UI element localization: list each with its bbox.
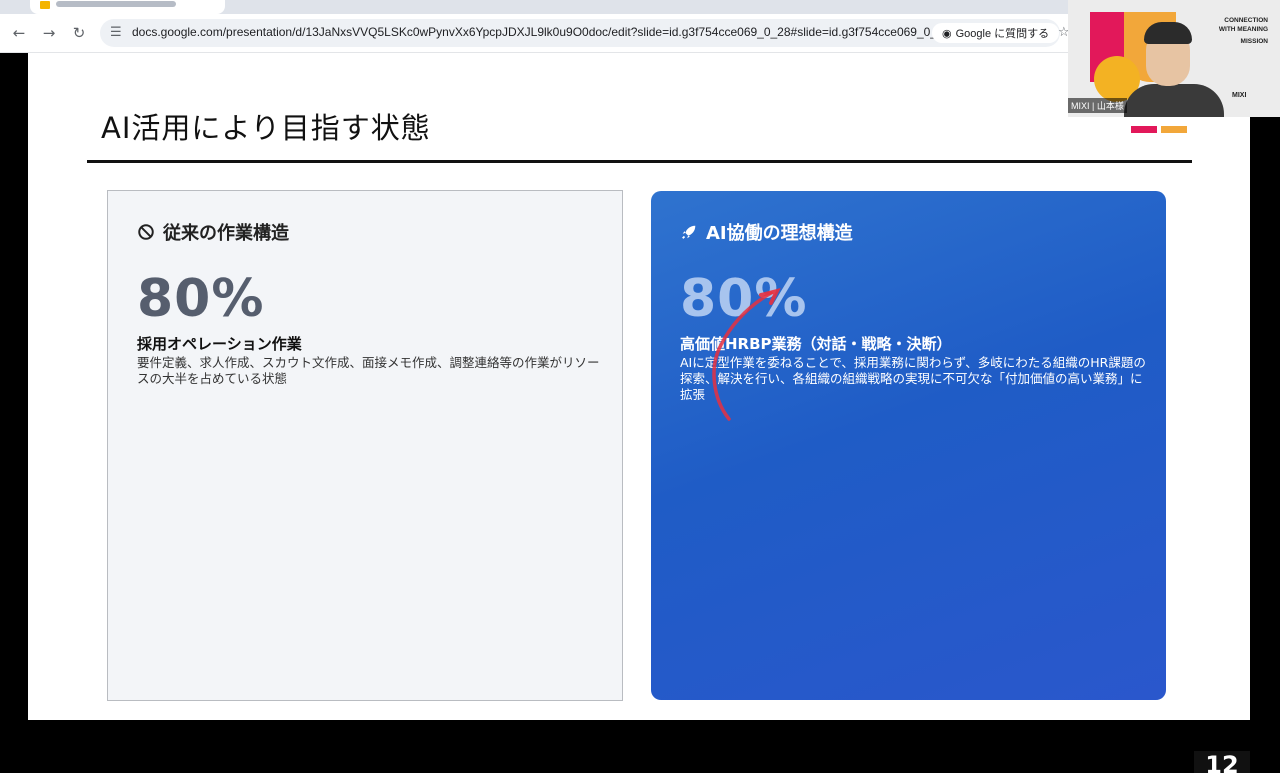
traditional-subheading: 採用オペレーション作業 <box>137 335 302 353</box>
back-arrow-icon[interactable]: ← <box>8 22 30 44</box>
site-settings-icon[interactable]: ☰ <box>110 25 122 40</box>
ai-card-heading-row: AI協働の理想構造 <box>680 219 853 245</box>
presenter-body <box>1124 84 1224 117</box>
tab-title-placeholder <box>56 1 176 7</box>
address-bar[interactable]: ☰ docs.google.com/presentation/d/13JaNxs… <box>100 19 1070 47</box>
prohibited-icon <box>138 224 154 240</box>
ai-card-heading: AI協働の理想構造 <box>706 223 853 244</box>
traditional-percent: 80% <box>137 269 265 329</box>
slide-canvas: AI活用により目指す状態 従来の作業構造 80% 採用オペレーション作業 要件定… <box>28 53 1250 720</box>
backdrop-brand-text: CONNECTION WITH MEANING <box>1198 16 1268 34</box>
brand-line-2: WITH MEANING <box>1218 26 1268 33</box>
backdrop-mission-text: MISSION <box>1240 38 1268 45</box>
ask-google-button[interactable]: ◉ Google に質問する <box>932 23 1060 43</box>
traditional-structure-card: 従来の作業構造 80% 採用オペレーション作業 要件定義、求人作成、スカウト文作… <box>107 190 623 701</box>
slides-favicon-icon <box>40 1 50 9</box>
logo-red-bar <box>1131 126 1157 133</box>
traditional-description: 要件定義、求人作成、スカウト文作成、面接メモ作成、調整連絡等の作業がリソースの大… <box>137 355 600 386</box>
slide-page-number: 12 <box>1194 751 1250 773</box>
traditional-card-heading-row: 従来の作業構造 <box>137 219 289 245</box>
logo-orange-bar <box>1161 126 1187 133</box>
ask-google-label: Google に質問する <box>955 28 1050 40</box>
url-text: docs.google.com/presentation/d/13JaNxsVV… <box>132 25 951 39</box>
participant-name-tag: MIXI | 山本様 <box>1068 98 1127 113</box>
browser-tab[interactable] <box>30 0 225 14</box>
webcam-overlay: CONNECTION WITH MEANING MISSION MIXI MIX… <box>1068 0 1280 117</box>
slide-title: AI活用により目指す状態 <box>101 111 431 145</box>
backdrop-mixi-text: MIXI <box>1232 92 1247 99</box>
forward-arrow-icon[interactable]: → <box>38 22 60 44</box>
rocket-icon <box>682 225 696 239</box>
presentation-stage: AI活用により目指す状態 従来の作業構造 80% 採用オペレーション作業 要件定… <box>0 53 1280 773</box>
ai-collab-structure-card: AI協働の理想構造 80% 高価値HRBP業務（対話・戦略・決断） AIに定型作… <box>651 191 1166 700</box>
reload-icon[interactable]: ↻ <box>68 22 90 44</box>
traditional-card-heading: 従来の作業構造 <box>163 223 289 244</box>
title-divider <box>87 160 1192 163</box>
google-lens-icon: ◉ <box>942 27 952 40</box>
brand-line-1: CONNECTION <box>1224 17 1268 24</box>
red-pen-annotation <box>712 288 781 421</box>
presenter-hair <box>1144 22 1192 44</box>
